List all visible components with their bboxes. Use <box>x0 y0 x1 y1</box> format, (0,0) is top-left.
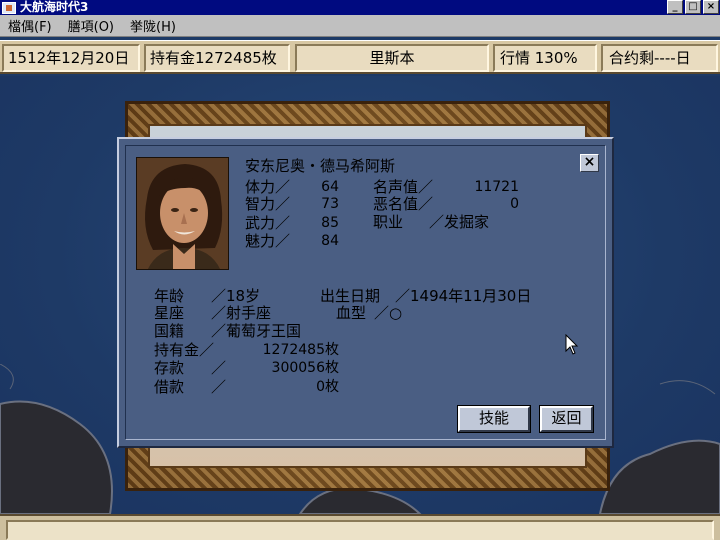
blood-label: 血型 <box>336 304 367 322</box>
status-money: 持有金1272485枚 <box>144 44 290 72</box>
status-market: 行情 130% <box>493 44 597 72</box>
loan-slash: ／ <box>211 378 227 396</box>
menu-options[interactable]: 膳項(O) <box>60 16 122 35</box>
gold-label: 持有金／ <box>154 341 215 359</box>
back-button[interactable]: 返回 <box>540 406 593 432</box>
character-name: 安东尼奥・德马希阿斯 <box>245 157 396 175</box>
zodiac-label: 星座 <box>154 304 185 322</box>
notoriety-value: 0 <box>510 196 519 212</box>
job-value: ／发掘家 <box>429 213 490 231</box>
stat-charm-value: 84 <box>321 233 339 249</box>
birth-label: 出生日期 <box>320 287 381 305</box>
status-port: 里斯本 <box>295 44 489 72</box>
mouse-cursor-icon <box>565 334 579 355</box>
nation-label: 国籍 <box>154 322 185 340</box>
zodiac-value: ／射手座 <box>211 304 272 322</box>
stat-stamina-label: 体力／ <box>245 178 291 196</box>
deposit-label: 存款 <box>154 359 185 377</box>
minimize-button[interactable]: _ <box>667 0 683 14</box>
menu-bar: 檔偶(F) 膳項(O) 挙陇(H) <box>0 15 720 37</box>
age-value: ／18岁 <box>211 287 261 305</box>
menu-file[interactable]: 檔偶(F) <box>0 16 60 35</box>
nation-value: ／葡萄牙王国 <box>211 322 302 340</box>
close-dialog-button[interactable]: × <box>580 154 599 172</box>
character-portrait <box>136 157 229 270</box>
title-bar: 大航海时代3 _ □ × <box>0 0 720 15</box>
bottom-message-bar <box>0 514 720 540</box>
stat-force-value: 85 <box>321 215 339 231</box>
loan-label: 借款 <box>154 378 185 396</box>
notoriety-label: 恶名值／ <box>373 195 434 213</box>
message-area <box>6 520 714 540</box>
character-info-dialog: × 安东尼奥・德马希阿斯 体力／ 64 智力／ 73 武力／ 85 魅力／ 84… <box>117 137 614 448</box>
stat-charm-label: 魅力／ <box>245 232 291 250</box>
status-bar: 1512年12月20日 持有金1272485枚 里斯本 行情 130% 合约剩-… <box>0 40 720 74</box>
portrait-image <box>137 158 228 269</box>
app-icon <box>2 1 16 14</box>
fame-value: 11721 <box>474 179 519 195</box>
blood-value: ／○ <box>374 304 403 322</box>
deposit-value: 300056枚 <box>271 360 339 376</box>
skills-button[interactable]: 技能 <box>458 406 530 432</box>
window-title: 大航海时代3 <box>20 0 89 14</box>
job-label: 职业 <box>373 213 404 231</box>
stat-stamina-value: 64 <box>321 179 339 195</box>
close-window-button[interactable]: × <box>703 0 719 14</box>
status-contract: 合约剩----日 <box>601 44 718 72</box>
stat-intelligence-value: 73 <box>321 196 339 212</box>
status-date: 1512年12月20日 <box>2 44 140 72</box>
window-controls: _ □ × <box>667 0 719 14</box>
stat-intelligence-label: 智力／ <box>245 195 291 213</box>
loan-value: 0枚 <box>316 379 339 395</box>
fame-label: 名声值／ <box>373 178 434 196</box>
gold-value: 1272485枚 <box>262 342 339 358</box>
birth-value: ／1494年11月30日 <box>395 287 532 305</box>
stat-force-label: 武力／ <box>245 214 291 232</box>
menu-help[interactable]: 挙陇(H) <box>122 16 184 35</box>
deposit-slash: ／ <box>211 359 227 377</box>
age-label: 年龄 <box>154 287 185 305</box>
maximize-button[interactable]: □ <box>685 0 701 14</box>
